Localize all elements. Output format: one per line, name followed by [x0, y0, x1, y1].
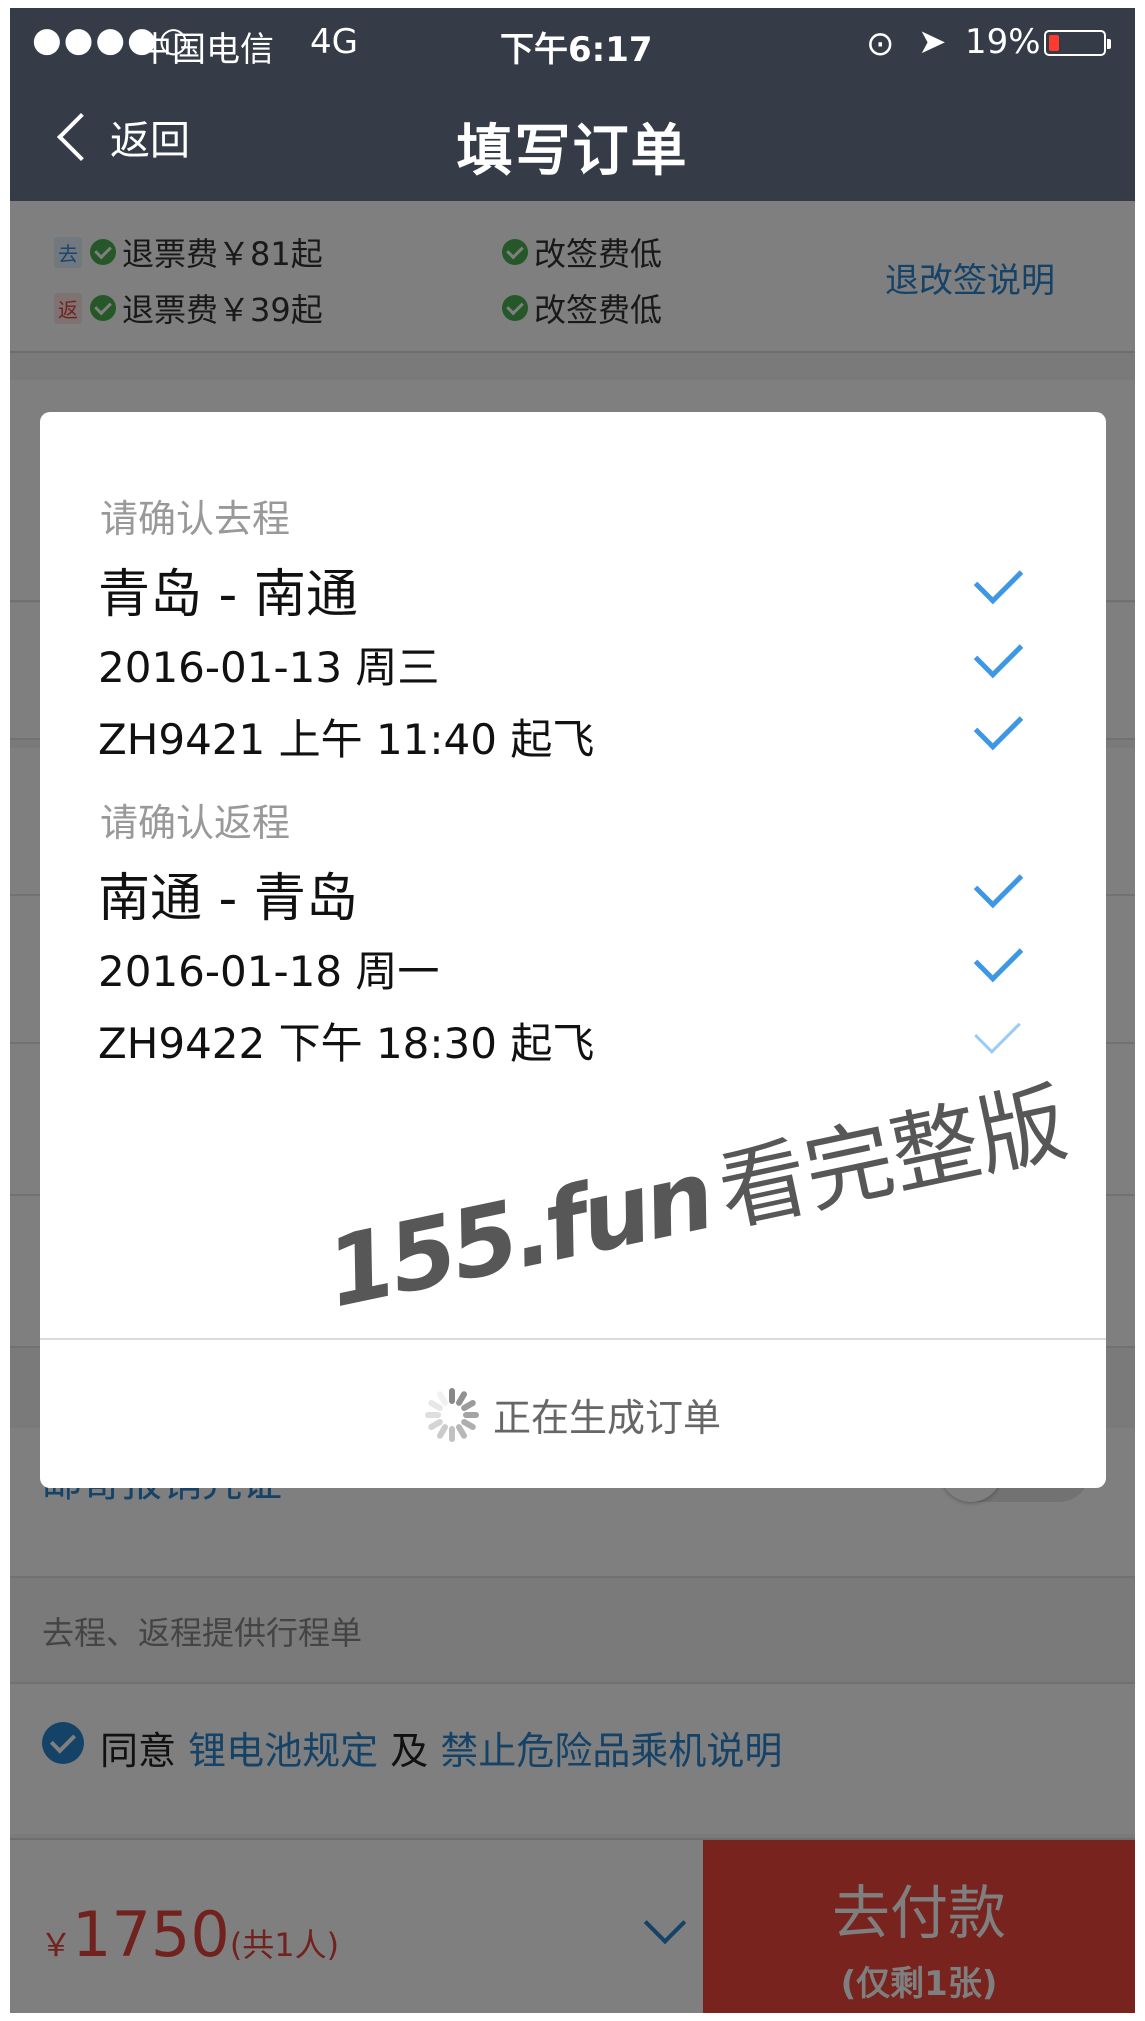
carrier-name: 中国电信: [138, 30, 274, 70]
check-icon: [974, 1007, 1021, 1054]
battery-percent: 19%: [965, 22, 1041, 62]
check-icon: [973, 700, 1024, 751]
return-date: 2016-01-18 周一: [98, 947, 440, 996]
check-icon: [973, 554, 1024, 605]
return-route: 南通 - 青岛: [98, 869, 358, 929]
rotation-lock-icon: ⊙: [866, 24, 895, 64]
status-time: 下午6:17: [500, 30, 653, 70]
return-flight: ZH9422 下午 18:30 起飞: [98, 1019, 595, 1068]
loading-text: 正在生成订单: [492, 1396, 721, 1440]
return-header: 请确认返程: [100, 801, 291, 845]
location-arrow-icon: ➤: [918, 22, 947, 62]
outbound-date: 2016-01-13 周三: [98, 643, 440, 692]
dialog-divider: [40, 1338, 1106, 1340]
outbound-flight: ZH9421 上午 11:40 起飞: [98, 715, 595, 764]
loading-indicator: 正在生成订单: [40, 1387, 1106, 1442]
outbound-header: 请确认去程: [100, 497, 291, 541]
check-icon: [973, 858, 1024, 909]
status-bar: ●●●●○ 中国电信 4G 下午6:17 ⊙ ➤ 19%: [10, 8, 1135, 78]
check-icon: [973, 932, 1024, 983]
outbound-route: 青岛 - 南通: [98, 565, 358, 625]
network-type: 4G: [310, 22, 358, 62]
top-bar: ●●●●○ 中国电信 4G 下午6:17 ⊙ ➤ 19% 返回 填写订单: [10, 8, 1135, 201]
phone-screen: ●●●●○ 中国电信 4G 下午6:17 ⊙ ➤ 19% 返回 填写订单 去 退…: [10, 8, 1135, 2013]
page-title: 填写订单: [456, 119, 689, 184]
navigation-bar: 返回 填写订单: [10, 78, 1135, 201]
battery-icon: [1044, 30, 1111, 56]
confirm-dialog: 请确认去程 青岛 - 南通 2016-01-13 周三 ZH9421 上午 11…: [40, 412, 1106, 1488]
check-icon: [973, 628, 1024, 679]
spinner-icon: [424, 1387, 479, 1442]
battery-level: [1049, 35, 1059, 51]
